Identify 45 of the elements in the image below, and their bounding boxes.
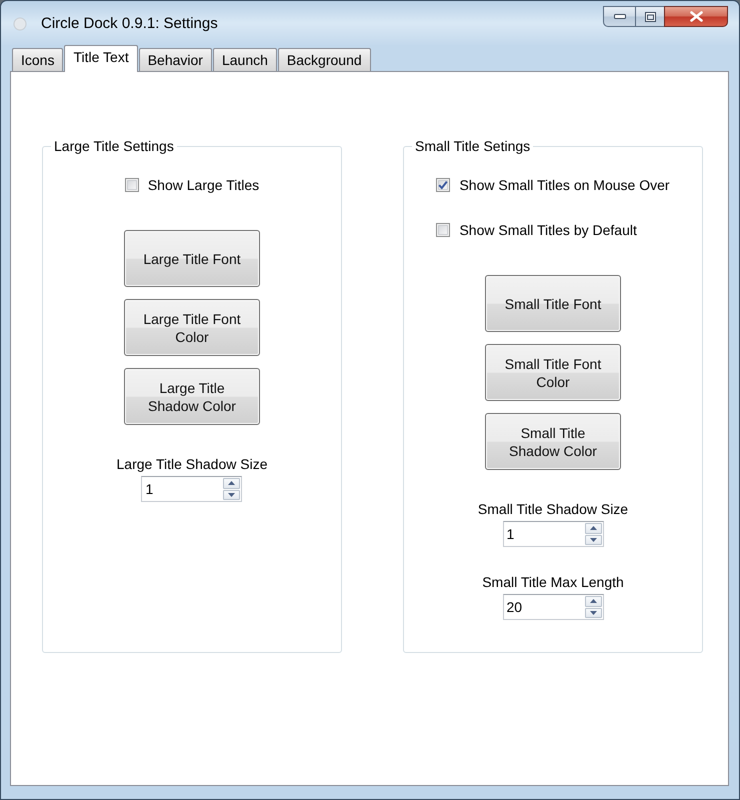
window-title: Circle Dock 0.9.1: Settings: [41, 14, 218, 32]
spin-down-button[interactable]: [584, 534, 602, 545]
spin-down-button[interactable]: [584, 608, 602, 618]
number-spinner[interactable]: 1: [141, 476, 242, 502]
spin-up-button[interactable]: [223, 478, 240, 488]
up-triangle-icon: [228, 481, 236, 486]
minimize-icon: [614, 14, 626, 19]
push-button[interactable]: Small Title Shadow Color: [485, 413, 621, 470]
field-label: Small Title Max Length: [482, 574, 624, 591]
push-button[interactable]: Small Title Font: [485, 275, 621, 332]
tab[interactable]: Behavior: [138, 48, 212, 71]
field-label: Large Title Shadow Size: [116, 456, 268, 473]
checkbox-label[interactable]: Show Large Titles: [148, 176, 260, 194]
down-triangle-icon: [590, 538, 596, 542]
maximize-button[interactable]: [635, 6, 664, 27]
spin-up-button[interactable]: [584, 596, 602, 606]
push-button[interactable]: Large Title Shadow Color: [124, 368, 260, 425]
push-button[interactable]: Large Title Font Color: [124, 299, 260, 356]
close-icon: [690, 11, 702, 22]
up-triangle-icon: [590, 526, 596, 530]
tab[interactable]: Icons: [12, 48, 64, 71]
minimize-button[interactable]: [603, 6, 635, 27]
tab[interactable]: Title Text: [64, 45, 138, 72]
field-label: Small Title Shadow Size: [478, 501, 628, 518]
tab[interactable]: Launch: [212, 48, 277, 71]
checkbox-label[interactable]: Show Small Titles on Mouse Over: [459, 176, 670, 194]
group-title: Small Title Setings: [414, 138, 532, 155]
push-button[interactable]: Small Title Font Color: [485, 344, 621, 401]
app-icon: [13, 16, 27, 30]
down-triangle-icon: [228, 492, 236, 497]
maximize-icon: [644, 12, 656, 22]
checkbox[interactable]: [436, 223, 450, 237]
push-button[interactable]: Large Title Font: [124, 230, 260, 287]
number-spinner[interactable]: 1: [502, 521, 604, 547]
spin-up-button[interactable]: [584, 523, 602, 534]
down-triangle-icon: [590, 610, 596, 615]
checkbox-label[interactable]: Show Small Titles by Default: [459, 222, 637, 238]
number-spinner[interactable]: 20: [502, 594, 604, 620]
group-title: Large Title Settings: [53, 138, 175, 155]
tab[interactable]: Background: [278, 48, 371, 71]
spin-down-button[interactable]: [223, 490, 240, 500]
up-triangle-icon: [590, 599, 596, 604]
checkbox[interactable]: [124, 178, 139, 192]
checkbox[interactable]: [436, 178, 450, 192]
close-button[interactable]: [664, 6, 728, 27]
